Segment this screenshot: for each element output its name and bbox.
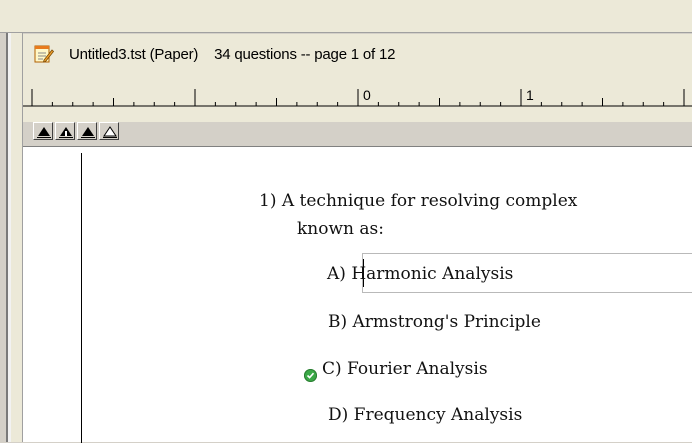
question-text-line2: known as: — [297, 219, 384, 239]
frame-border-inner — [11, 33, 23, 442]
choice-label: D) — [328, 405, 349, 425]
choice-d[interactable]: D) Frequency Analysis — [328, 405, 522, 425]
choice-b[interactable]: B) Armstrong's Principle — [328, 312, 541, 332]
question-count-info: 34 questions -- page 1 of 12 — [214, 46, 396, 63]
align-right-button[interactable] — [77, 122, 97, 140]
margin-line — [81, 153, 82, 443]
ruler-label-1: 1 — [526, 87, 534, 103]
choice-a[interactable]: A) Harmonic Analysis — [327, 264, 513, 284]
align-center-triangle-icon — [59, 127, 73, 138]
choice-text: Harmonic Analysis — [351, 264, 514, 284]
align-decimal-triangle-icon — [103, 126, 117, 138]
choice-c[interactable]: C) Fourier Analysis — [322, 359, 488, 379]
question-1[interactable]: 1) A technique for resolving complex — [259, 191, 577, 211]
choice-text: Fourier Analysis — [347, 359, 488, 379]
question-text-line1: A technique for resolving complex — [281, 191, 578, 211]
choice-text: Armstrong's Principle — [352, 312, 541, 332]
window-top-strip — [0, 0, 692, 33]
document-header: Untitled3.tst (Paper) 34 questions -- pa… — [23, 34, 692, 84]
ruler-label-0: 0 — [363, 87, 371, 103]
document-title: Untitled3.tst (Paper) 34 questions -- pa… — [69, 46, 396, 63]
question-number: 1) — [259, 191, 277, 211]
question-editor[interactable]: 1) A technique for resolving complex kno… — [23, 146, 692, 443]
choice-text: Frequency Analysis — [353, 405, 523, 425]
align-left-triangle-icon — [37, 127, 51, 138]
align-left-button[interactable] — [33, 122, 53, 140]
test-document-icon[interactable] — [34, 44, 55, 64]
correct-answer-check-icon — [304, 369, 317, 382]
align-center-button[interactable] — [55, 122, 75, 140]
choice-label: A) — [327, 264, 346, 284]
choice-label: B) — [328, 312, 348, 332]
align-decimal-button[interactable] — [99, 122, 119, 140]
ruler-ticks — [23, 89, 692, 107]
ruler[interactable]: 0 1 — [23, 84, 692, 140]
choice-label: C) — [322, 359, 342, 379]
align-right-triangle-icon — [81, 127, 95, 138]
